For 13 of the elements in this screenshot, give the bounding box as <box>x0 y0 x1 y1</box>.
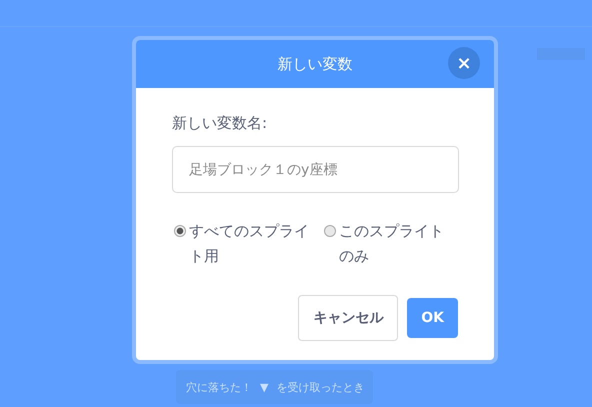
cancel-button[interactable]: キャンセル <box>298 295 398 341</box>
radio-button[interactable] <box>324 225 336 237</box>
dialog-title: 新しい変数 <box>278 54 352 74</box>
name-field[interactable]: 足場ブロック１のy座標 <box>172 146 459 193</box>
ok-button[interactable]: OK <box>407 298 458 338</box>
radio-label: このスプライトのみ <box>339 221 445 267</box>
close-button[interactable]: × <box>448 47 480 79</box>
radio-label: すべてのスプライト用 <box>189 221 310 267</box>
block-text: を受け取ったとき <box>276 380 364 394</box>
field-label: 新しい変数名: <box>172 114 268 133</box>
block-text: 穴に落ちた！ <box>186 380 252 394</box>
radio-button[interactable] <box>174 225 186 237</box>
block-text: ▼ <box>260 380 268 394</box>
